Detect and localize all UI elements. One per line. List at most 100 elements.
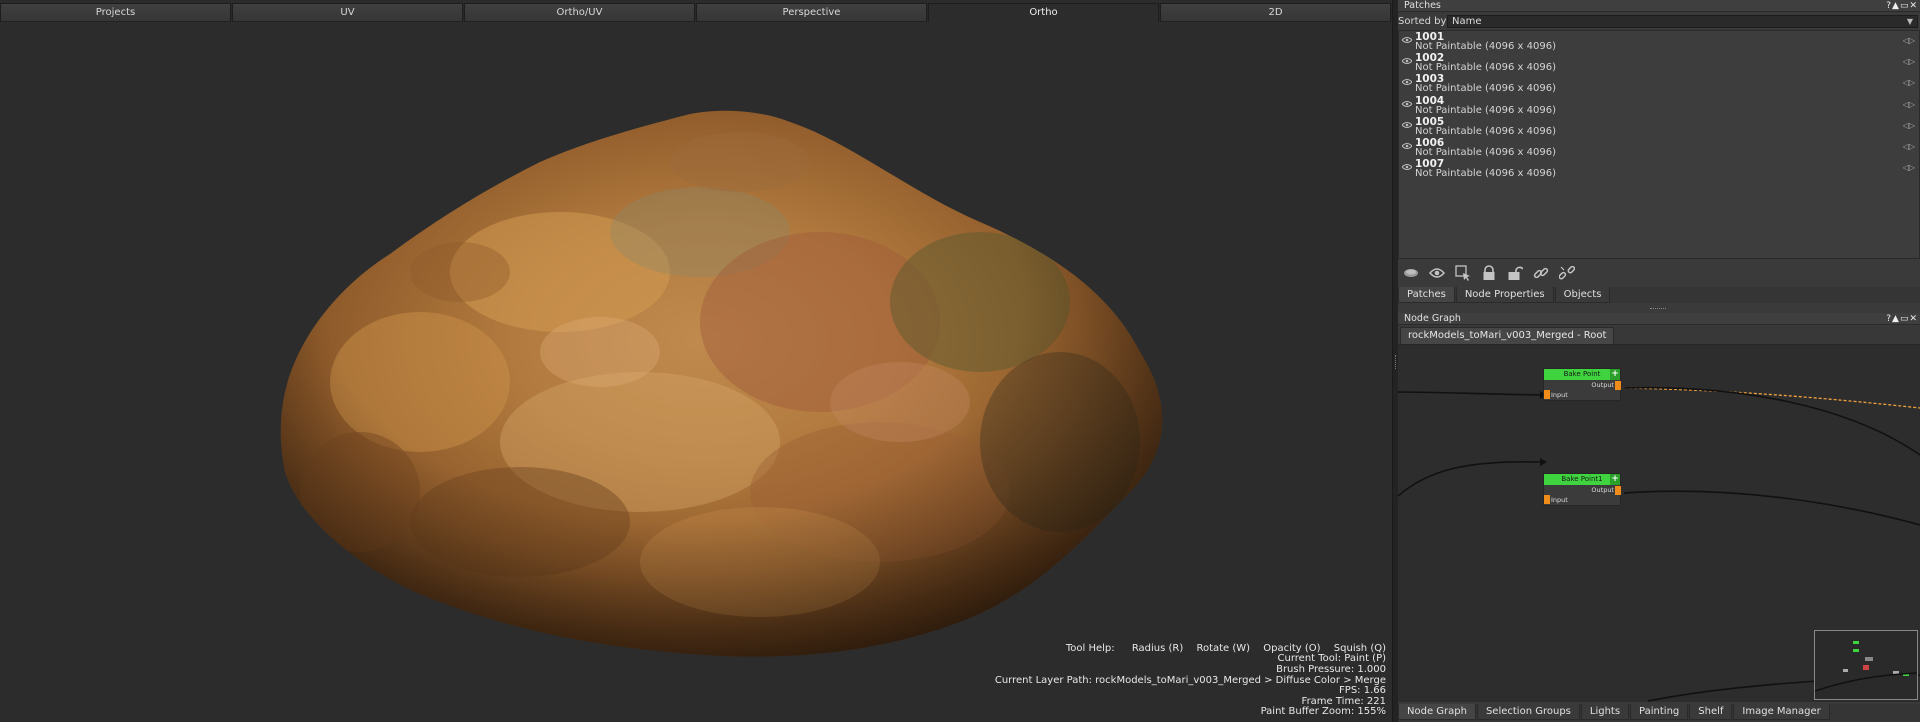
node-graph-header: Node Graph ?▲▭✕ (1398, 313, 1920, 325)
rock-texture (280, 110, 1163, 657)
view-tabs: Projects UV Ortho/UV Perspective Ortho 2… (0, 3, 1392, 22)
tab-node-properties[interactable]: Node Properties (1455, 287, 1554, 303)
eye-icon[interactable] (1402, 121, 1412, 128)
eye-icon[interactable] (1402, 58, 1412, 65)
tab-ortho-uv[interactable]: Ortho/UV (464, 3, 695, 22)
tab-painting[interactable]: Painting (1630, 704, 1689, 720)
patch-state: Not Paintable (4096 x 4096) (1415, 125, 1557, 137)
tool-help-radius: Radius (R) (1131, 642, 1184, 654)
chevron-down-icon: ▼ (1906, 17, 1913, 26)
tool-help-opacity: Opacity (O) (1263, 642, 1321, 654)
input-label: Input (1551, 391, 1568, 399)
output-port[interactable] (1615, 381, 1621, 390)
patch-item-1003[interactable]: 1003 Not Paintable (4096 x 4096) ◁▷ (1399, 73, 1919, 94)
graph-breadcrumb-row: rockModels_toMari_v003_Merged - Root (1398, 326, 1920, 344)
patches-window-buttons[interactable]: ?▲▭✕ (1886, 0, 1918, 12)
input-port[interactable] (1544, 495, 1550, 504)
layer-path-text: Current Layer Path: rockModels_toMari_v0… (994, 674, 1386, 686)
splitter-grip[interactable] (1395, 355, 1396, 369)
patch-item-1007[interactable]: 1007 Not Paintable (4096 x 4096) ◁▷ (1399, 158, 1919, 179)
tool-help-rotate: Rotate (W) (1196, 642, 1251, 654)
patches-title: Patches (1404, 0, 1441, 11)
patch-item-1004[interactable]: 1004 Not Paintable (4096 x 4096) ◁▷ (1399, 95, 1919, 116)
patch-state: Not Paintable (4096 x 4096) (1415, 62, 1557, 74)
lock-icon[interactable] (1478, 263, 1500, 283)
bake-point-node[interactable]: Bake Point + Output Input (1543, 368, 1621, 401)
rock-model[interactable] (0, 22, 1392, 722)
tool-help-squish: Squish (Q) (1333, 642, 1386, 654)
tab-perspective[interactable]: Perspective (696, 3, 927, 22)
patch-item-1006[interactable]: 1006 Not Paintable (4096 x 4096) ◁▷ (1399, 137, 1919, 158)
tab-selection-groups[interactable]: Selection Groups (1476, 704, 1580, 720)
patch-item-1005[interactable]: 1005 Not Paintable (4096 x 4096) ◁▷ (1399, 116, 1919, 137)
patch-list[interactable]: 1001 Not Paintable (4096 x 4096) ◁▷ 1002… (1398, 30, 1920, 259)
graph-root-tab[interactable]: rockModels_toMari_v003_Merged - Root (1400, 327, 1615, 344)
patch-item-1002[interactable]: 1002 Not Paintable (4096 x 4096) ◁▷ (1399, 52, 1919, 73)
node-title: Bake Point (1563, 370, 1601, 378)
node-graph-canvas[interactable]: Bake Point + Output Input Bake Point1 + … (1398, 344, 1920, 702)
tab-lights[interactable]: Lights (1580, 704, 1630, 720)
tab-uv[interactable]: UV (232, 3, 463, 22)
visibility-toggle-icon[interactable]: ◁▷ (1903, 57, 1915, 66)
minimap-preview (1814, 641, 1918, 692)
tab-2d[interactable]: 2D (1160, 3, 1391, 22)
patch-item-1001[interactable]: 1001 Not Paintable (4096 x 4096) ◁▷ (1399, 31, 1919, 52)
node-graph-window-buttons[interactable]: ?▲▭✕ (1886, 313, 1918, 325)
viewport-hud: Tool Help: Radius (R) Rotate (W) Opacity… (994, 642, 1386, 718)
patch-name: 1004 (1415, 94, 1445, 107)
paint-buffer-zoom-text: Paint Buffer Zoom: 155% (1260, 706, 1386, 718)
visibility-toggle-icon[interactable]: ◁▷ (1903, 100, 1915, 109)
viewport-canvas[interactable]: Tool Help: Radius (R) Rotate (W) Opacity… (0, 22, 1392, 722)
output-label: Output (1591, 381, 1614, 389)
output-label: Output (1591, 486, 1614, 494)
eye-icon[interactable] (1402, 79, 1412, 86)
patch-state: Not Paintable (4096 x 4096) (1415, 168, 1557, 180)
patch-toolbar (1398, 262, 1920, 284)
output-port[interactable] (1615, 486, 1621, 495)
graph-minimap[interactable] (1814, 630, 1918, 700)
input-port[interactable] (1544, 390, 1550, 399)
tab-ortho[interactable]: Ortho (928, 3, 1159, 22)
eye-icon[interactable] (1402, 37, 1412, 43)
panel-resize-handle[interactable] (1650, 308, 1666, 310)
sort-dropdown[interactable]: Name ▼ (1447, 15, 1918, 28)
bottom-panel-tabs: Node Graph Selection Groups Lights Paint… (1398, 704, 1920, 722)
visibility-toggle-icon[interactable]: ◁▷ (1903, 142, 1915, 151)
tab-objects[interactable]: Objects (1554, 287, 1611, 303)
node-header[interactable]: Bake Point + (1544, 369, 1620, 380)
node-title: Bake Point1 (1561, 475, 1603, 483)
tab-projects[interactable]: Projects (0, 3, 231, 22)
visibility-toggle-icon[interactable]: ◁▷ (1903, 78, 1915, 87)
node-header[interactable]: Bake Point1 + (1544, 474, 1620, 485)
patch-state: Not Paintable (4096 x 4096) (1415, 83, 1557, 95)
select-icon[interactable] (1452, 263, 1474, 283)
bake-point1-node[interactable]: Bake Point1 + Output Input (1543, 473, 1621, 506)
link-icon[interactable] (1530, 263, 1552, 283)
node-graph-title: Node Graph (1404, 313, 1461, 324)
patches-header: Patches ?▲▭✕ (1398, 0, 1920, 12)
sort-value: Name (1452, 16, 1482, 27)
tab-image-manager[interactable]: Image Manager (1733, 704, 1830, 720)
visibility-toggle-icon[interactable]: ◁▷ (1903, 163, 1915, 172)
sort-row: Sorted by Name ▼ (1398, 14, 1920, 29)
layers-icon[interactable] (1400, 263, 1422, 283)
patch-state: Not Paintable (4096 x 4096) (1415, 104, 1557, 116)
visibility-toggle-icon[interactable]: ◁▷ (1903, 121, 1915, 130)
tab-node-graph[interactable]: Node Graph (1398, 704, 1476, 720)
sort-label: Sorted by (1398, 16, 1447, 27)
tab-shelf[interactable]: Shelf (1689, 704, 1733, 720)
plus-icon[interactable]: + (1610, 474, 1620, 485)
eye-icon[interactable] (1402, 164, 1412, 171)
plus-icon[interactable]: + (1610, 369, 1620, 380)
eye-icon[interactable] (1426, 263, 1448, 283)
patch-state: Not Paintable (4096 x 4096) (1415, 41, 1557, 52)
tool-help-label: Tool Help: (1065, 642, 1115, 654)
visibility-toggle-icon[interactable]: ◁▷ (1903, 36, 1915, 45)
unlock-icon[interactable] (1504, 263, 1526, 283)
eye-icon[interactable] (1402, 142, 1412, 149)
input-label: Input (1551, 496, 1568, 504)
eye-icon[interactable] (1402, 100, 1412, 107)
unlink-icon[interactable] (1556, 263, 1578, 283)
right-panel: Patches ?▲▭✕ Sorted by Name ▼ 1001 Not P… (1398, 0, 1920, 722)
tab-patches[interactable]: Patches (1398, 287, 1455, 303)
